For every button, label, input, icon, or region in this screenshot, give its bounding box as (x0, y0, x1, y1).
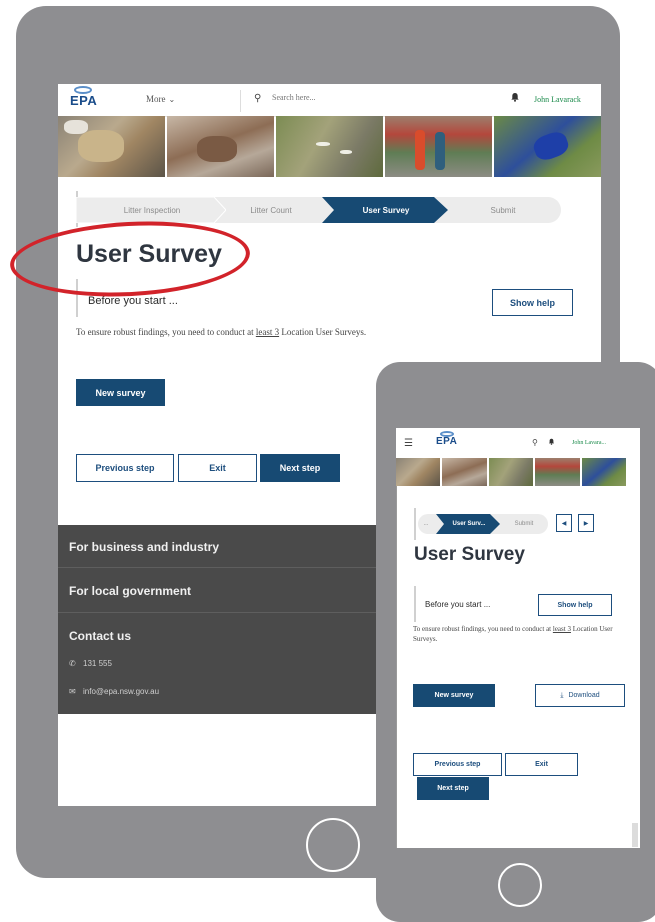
footer-contact-heading: Contact us (69, 629, 132, 643)
epa-logo[interactable]: EPA (70, 86, 97, 107)
epa-logo[interactable]: EPA (436, 431, 457, 447)
photo-litter-bag (58, 116, 165, 177)
exit-button[interactable]: Exit (178, 454, 257, 482)
photo-people-surveying (535, 458, 580, 486)
show-help-button[interactable]: Show help (538, 594, 612, 616)
email-address: info@epa.nsw.gov.au (83, 687, 160, 696)
before-you-start-heading: Before you start ... (88, 295, 178, 307)
footer-link-local-government[interactable]: For local government (69, 584, 191, 598)
chevron-down-icon: ⌄ (168, 95, 176, 104)
photo-hands (442, 458, 487, 486)
step-litter-count[interactable]: Litter Count (216, 197, 326, 223)
header-divider (240, 90, 241, 112)
survey-notice: To ensure robust findings, you need to c… (76, 327, 366, 337)
previous-step-button[interactable]: Previous step (76, 454, 174, 482)
logo-text: EPA (436, 436, 458, 447)
search-icon[interactable]: ⚲ (532, 438, 538, 447)
footer-email[interactable]: ✉ info@epa.nsw.gov.au (69, 687, 159, 696)
step-previous[interactable]: ... (418, 514, 434, 534)
footer-link-business[interactable]: For business and industry (69, 540, 219, 554)
next-step-button[interactable]: Next step (417, 777, 489, 800)
phone-screen: ☰ EPA ⚲ John Lavara... ... User Surv... … (396, 428, 640, 848)
before-accent (414, 586, 416, 622)
photo-people-surveying (385, 116, 492, 177)
notice-text: To ensure robust findings, you need to c… (413, 625, 553, 633)
stepper-accent (414, 508, 416, 540)
step-litter-inspection[interactable]: Litter Inspection (82, 197, 222, 223)
bell-icon[interactable] (510, 92, 520, 102)
photo-hands (167, 116, 274, 177)
footer-phone[interactable]: ✆ 131 555 (69, 659, 112, 668)
phone-home-button[interactable] (498, 863, 542, 907)
photo-cigarette-butts (488, 458, 534, 486)
notice-text: To ensure robust findings, you need to c… (76, 327, 256, 337)
logo-text: EPA (70, 93, 98, 108)
new-survey-button[interactable]: New survey (413, 684, 495, 707)
user-name[interactable]: John Lavara... (572, 440, 606, 446)
chevron-left-icon[interactable]: ◀ (556, 514, 572, 532)
search-input[interactable] (272, 93, 372, 102)
photo-blue-can (494, 116, 601, 177)
download-button[interactable]: ⤓ Download (535, 684, 625, 707)
step-submit[interactable]: Submit (502, 514, 546, 534)
more-menu[interactable]: More ⌄ (146, 94, 175, 104)
download-label: Download (568, 692, 600, 699)
previous-step-button[interactable]: Previous step (413, 753, 502, 776)
least-3-link[interactable]: least 3 (256, 327, 279, 337)
site-header: EPA More⌄ ⚲ John Lavarack (58, 84, 601, 117)
chevron-right-icon[interactable]: ▶ (578, 514, 594, 532)
download-icon: ⤓ (560, 691, 564, 699)
phone-number: 131 555 (83, 659, 112, 668)
step-user-survey[interactable]: User Survey (328, 197, 444, 223)
menu-icon[interactable]: ☰ (404, 438, 413, 449)
hero-photo-strip (58, 116, 601, 177)
photo-cigarette-butts (276, 116, 383, 177)
survey-notice: To ensure robust findings, you need to c… (413, 624, 623, 644)
least-3-link[interactable]: least 3 (553, 625, 571, 633)
screen-edge (396, 486, 397, 848)
search-icon[interactable]: ⚲ (254, 93, 261, 104)
bell-icon[interactable] (548, 438, 555, 445)
hero-photo-strip (396, 458, 627, 486)
photo-blue-can (581, 458, 627, 486)
more-label: More (146, 94, 166, 104)
next-step-button[interactable]: Next step (260, 454, 340, 482)
phone-icon: ✆ (69, 659, 76, 668)
scrollbar[interactable] (632, 823, 638, 847)
site-header: ☰ EPA ⚲ John Lavara... (396, 428, 640, 458)
exit-button[interactable]: Exit (505, 753, 578, 776)
step-user-survey[interactable]: User Surv... (440, 514, 498, 534)
notice-text-end: Location User Surveys. (279, 327, 367, 337)
new-survey-button[interactable]: New survey (76, 379, 165, 406)
show-help-button[interactable]: Show help (492, 289, 573, 316)
progress-stepper: Litter Inspection Litter Count User Surv… (76, 197, 561, 223)
mail-icon: ✉ (69, 687, 76, 696)
tablet-home-button[interactable] (306, 818, 360, 872)
before-you-start-heading: Before you start ... (425, 600, 491, 609)
user-name[interactable]: John Lavarack (534, 95, 581, 104)
progress-stepper: ... User Surv... Submit (418, 514, 548, 534)
page-title: User Survey (414, 544, 525, 565)
step-submit[interactable]: Submit (448, 197, 558, 223)
phone-device: ☰ EPA ⚲ John Lavara... ... User Surv... … (376, 362, 655, 922)
photo-litter-bag (396, 458, 441, 486)
